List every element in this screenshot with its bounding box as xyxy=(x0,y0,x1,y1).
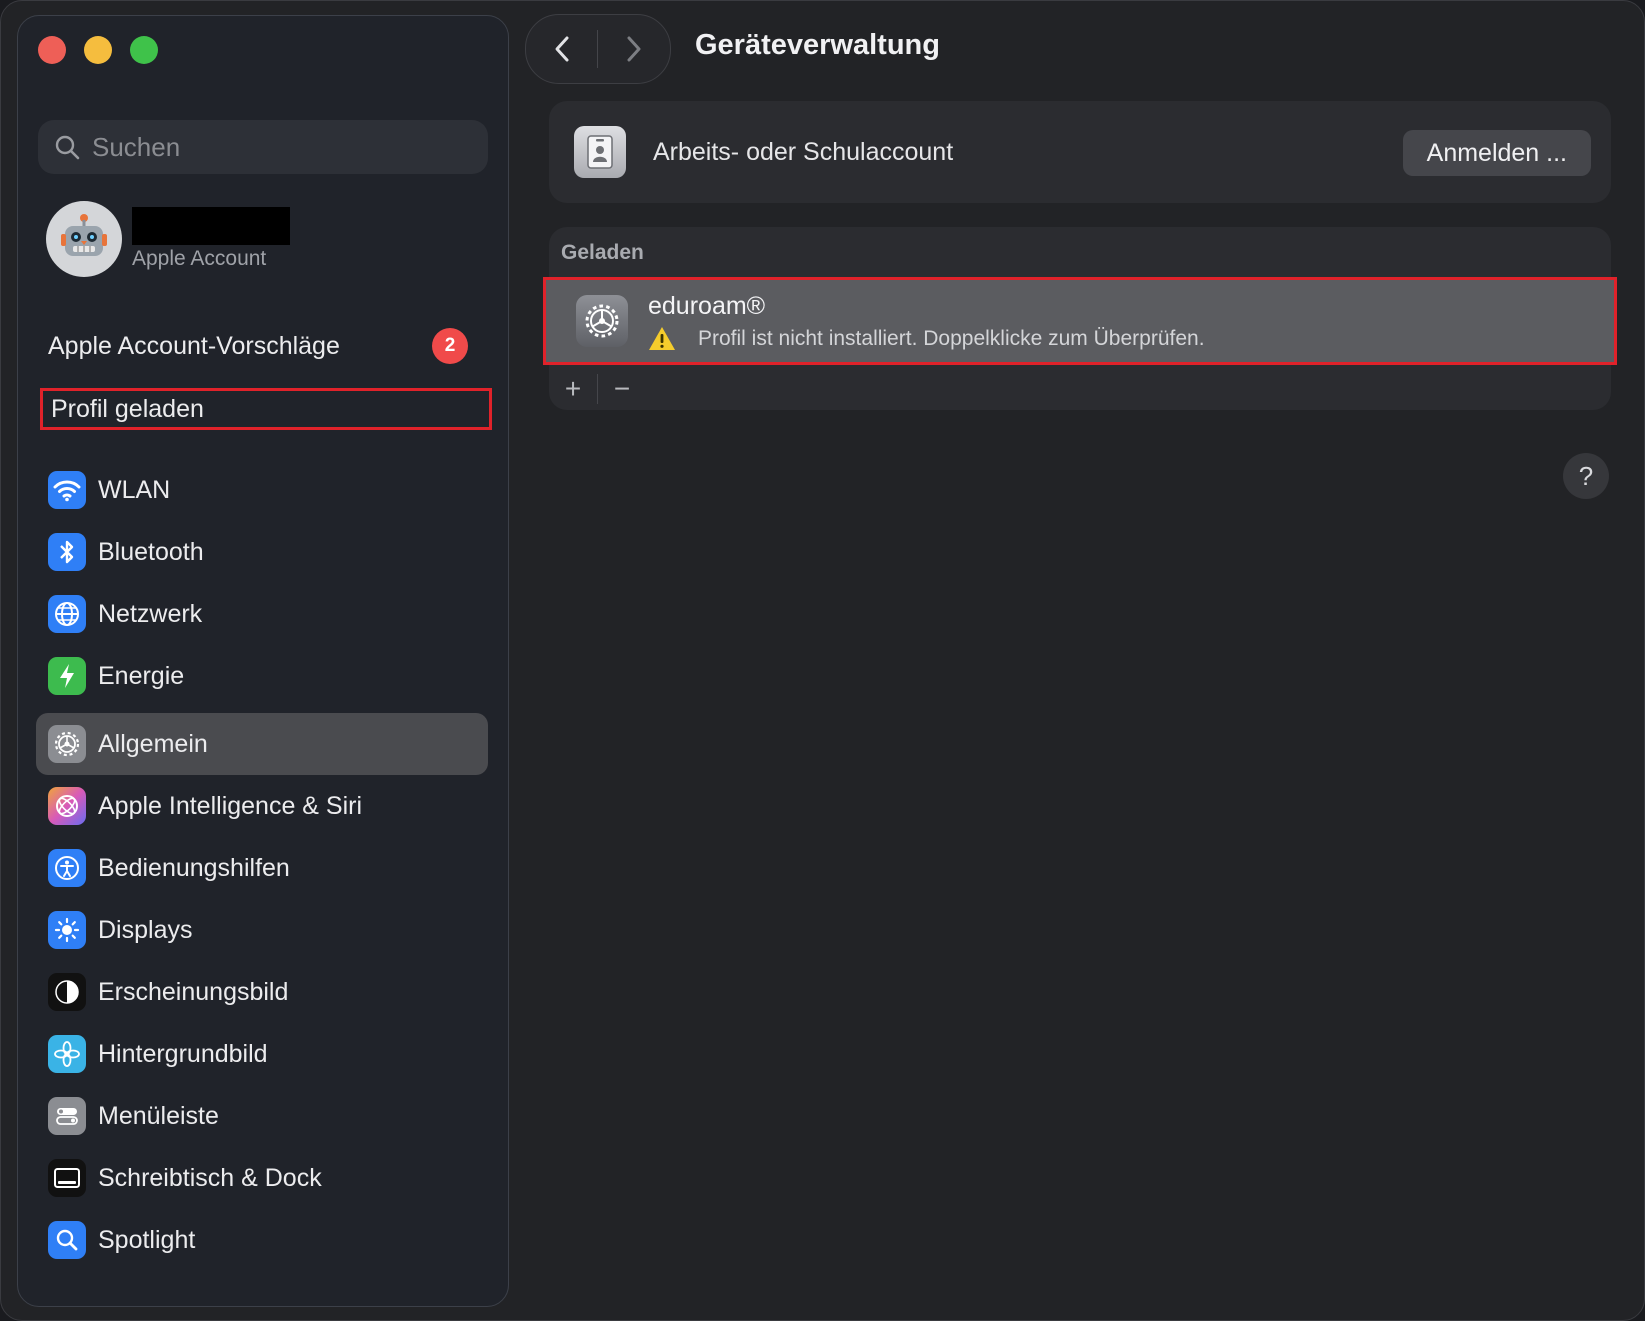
section-label: Geladen xyxy=(561,241,644,264)
sidebar-item-netzwerk[interactable]: Netzwerk xyxy=(36,583,488,645)
sidebar-item-allgemein[interactable]: Allgemein xyxy=(36,713,488,775)
sidebar-item-label: Hintergrundbild xyxy=(98,1039,268,1068)
apple-account-suggestions[interactable]: Apple Account-Vorschläge 2 xyxy=(48,326,468,366)
remove-button[interactable]: − xyxy=(598,369,646,409)
sidebar: Apple Account Apple Account-Vorschläge 2… xyxy=(17,15,509,1307)
chevron-left-icon xyxy=(555,36,568,62)
system-settings-window: Apple Account Apple Account-Vorschläge 2… xyxy=(0,0,1645,1321)
bolt-icon xyxy=(48,657,86,695)
forward-button[interactable] xyxy=(598,15,669,83)
profile-gear-icon xyxy=(576,295,628,347)
siri-icon xyxy=(48,787,86,825)
window-controls xyxy=(38,36,158,64)
sidebar-item-label: Bedienungshilfen xyxy=(98,853,290,882)
sidebar-item-energie[interactable]: Energie xyxy=(36,645,488,707)
chevron-right-icon xyxy=(627,36,640,62)
search-field[interactable] xyxy=(38,120,488,174)
sidebar-item-erscheinungsbild[interactable]: Erscheinungsbild xyxy=(36,961,488,1023)
work-account-label: Arbeits- oder Schulaccount xyxy=(653,137,954,166)
profile-loaded-label: Profil geladen xyxy=(51,394,204,423)
globe-icon xyxy=(48,595,86,633)
id-badge-icon xyxy=(574,126,626,178)
sidebar-item-profile-loaded[interactable]: Profil geladen xyxy=(40,388,492,430)
robot-avatar-icon xyxy=(61,214,107,256)
warning-icon xyxy=(649,327,675,350)
spotlight-icon xyxy=(48,1221,86,1259)
sidebar-item-label: Displays xyxy=(98,915,193,944)
sidebar-item-schreibtisch-dock[interactable]: Schreibtisch & Dock xyxy=(36,1147,488,1209)
appearance-icon xyxy=(48,973,86,1011)
add-remove-controls: + − xyxy=(549,369,646,409)
zoom-button[interactable] xyxy=(130,36,158,64)
menubar-icon xyxy=(48,1097,86,1135)
sidebar-item-spotlight[interactable]: Spotlight xyxy=(36,1209,488,1271)
close-button[interactable] xyxy=(38,36,66,64)
accessibility-icon xyxy=(48,849,86,887)
sidebar-group-network: WLAN Bluetooth Netzwerk Energie xyxy=(36,459,488,707)
sun-icon xyxy=(48,911,86,949)
wifi-icon xyxy=(48,471,86,509)
sidebar-item-label: Allgemein xyxy=(98,729,208,758)
sidebar-item-label: Energie xyxy=(98,661,185,690)
sidebar-item-label: Schreibtisch & Dock xyxy=(98,1163,322,1192)
flower-icon xyxy=(48,1035,86,1073)
sidebar-item-bluetooth[interactable]: Bluetooth xyxy=(36,521,488,583)
sidebar-item-menueleiste[interactable]: Menüleiste xyxy=(36,1085,488,1147)
avatar xyxy=(46,201,122,277)
sign-in-button[interactable]: Anmelden ... xyxy=(1402,130,1591,176)
sidebar-group-system: Allgemein Apple Intelligence & Siri Bedi… xyxy=(36,713,488,1271)
help-button[interactable]: ? xyxy=(1563,453,1609,499)
sidebar-item-wlan[interactable]: WLAN xyxy=(36,459,488,521)
profile-status: Profil ist nicht installiert. Doppelklic… xyxy=(648,326,1205,351)
sidebar-item-label: Bluetooth xyxy=(98,537,204,566)
search-input[interactable] xyxy=(90,130,454,164)
sidebar-item-label: WLAN xyxy=(98,475,171,504)
search-icon xyxy=(55,135,80,160)
sidebar-item-bedienungshilfen[interactable]: Bedienungshilfen xyxy=(36,837,488,899)
sidebar-item-label: Erscheinungsbild xyxy=(98,977,289,1006)
add-button[interactable]: + xyxy=(549,369,597,409)
profile-row-eduroam[interactable]: eduroam® Profil ist nicht installiert. D… xyxy=(543,277,1617,365)
sidebar-item-label: Apple Intelligence & Siri xyxy=(98,791,363,820)
account-subtitle: Apple Account xyxy=(132,247,267,270)
suggestions-badge: 2 xyxy=(432,328,468,364)
bluetooth-icon xyxy=(48,533,86,571)
minimize-button[interactable] xyxy=(84,36,112,64)
dock-icon xyxy=(48,1159,86,1197)
back-button[interactable] xyxy=(526,15,597,83)
sidebar-item-label: Menüleiste xyxy=(98,1101,219,1130)
sidebar-item-displays[interactable]: Displays xyxy=(36,899,488,961)
sidebar-item-label: Netzwerk xyxy=(98,599,203,628)
loaded-profiles-card: Geladen eduroam® Profil ist nicht instal… xyxy=(543,227,1617,410)
sidebar-item-apple-intelligence-siri[interactable]: Apple Intelligence & Siri xyxy=(36,775,488,837)
profile-status-text: Profil ist nicht installiert. Doppelklic… xyxy=(698,326,1205,350)
page-title: Geräteverwaltung xyxy=(695,29,940,61)
apple-account[interactable]: Apple Account xyxy=(46,201,290,277)
gear-icon xyxy=(48,725,86,763)
profile-name: eduroam® xyxy=(648,292,766,320)
work-account-card: Arbeits- oder Schulaccount Anmelden ... xyxy=(549,101,1611,203)
redacted-account-name xyxy=(132,207,290,245)
sidebar-item-hintergrundbild[interactable]: Hintergrundbild xyxy=(36,1023,488,1085)
sidebar-item-label: Spotlight xyxy=(98,1225,196,1254)
suggestions-label: Apple Account-Vorschläge xyxy=(48,331,340,360)
navigation-buttons xyxy=(525,14,671,84)
